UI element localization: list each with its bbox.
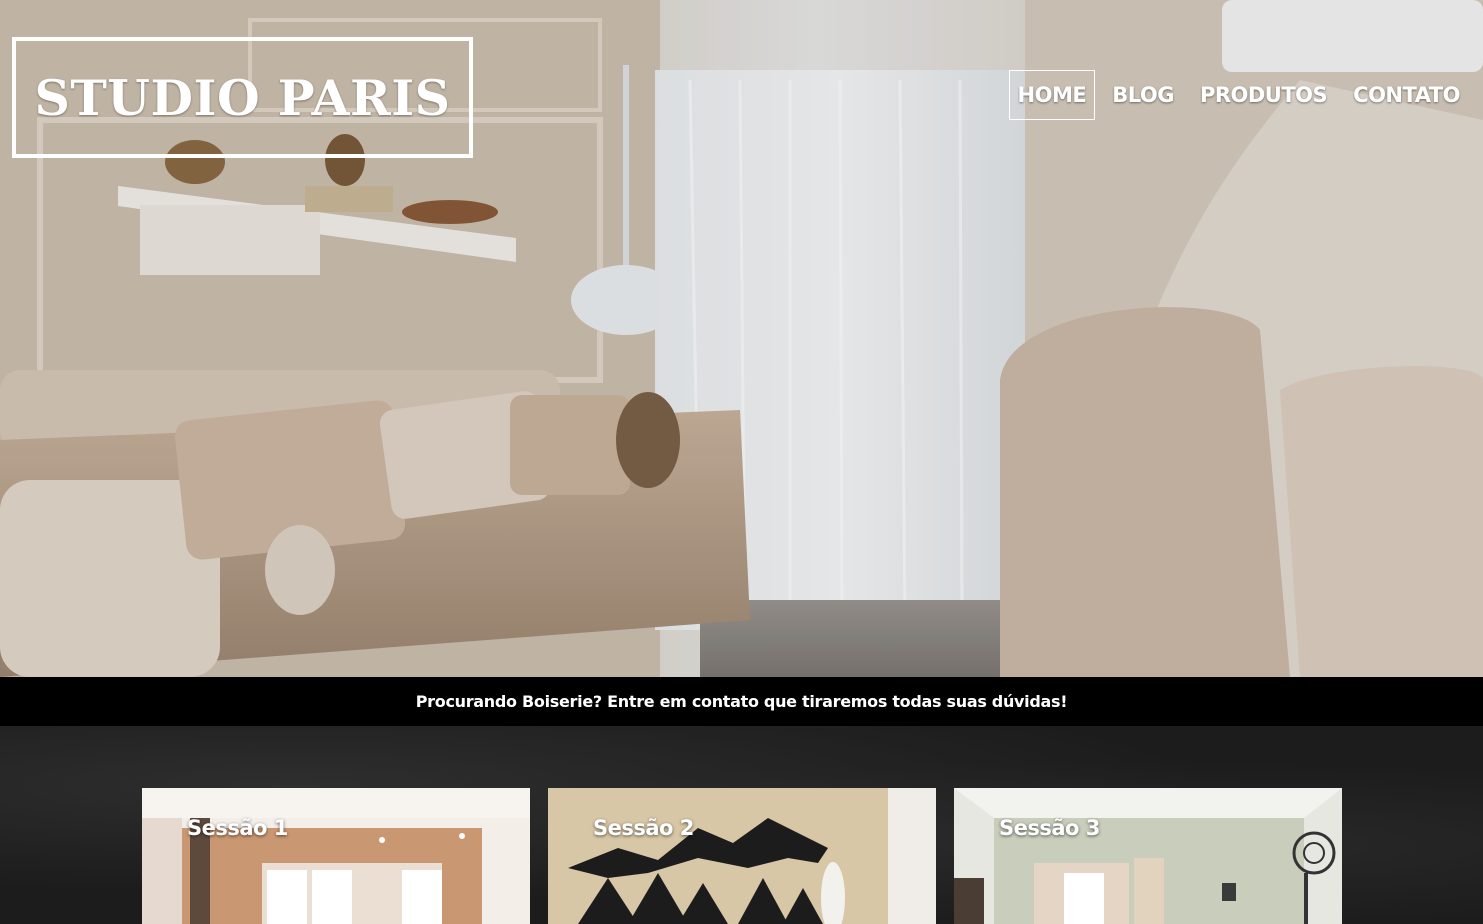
section-card-3[interactable]: Sessão 3	[954, 788, 1342, 924]
section-1-image	[142, 788, 530, 924]
logo[interactable]: STUDIO PARIS	[12, 37, 473, 158]
nav-blog[interactable]: BLOG	[1103, 70, 1183, 120]
sections-area: Sessão 1 Sessão 2 Sessão 3	[0, 726, 1483, 924]
section-3-image	[954, 788, 1342, 924]
section-1-title: Sessão 1	[187, 816, 288, 840]
nav-produtos[interactable]: PRODUTOS	[1191, 70, 1336, 120]
main-nav: HOME BLOG PRODUTOS CONTATO	[1008, 70, 1469, 120]
hero-section: STUDIO PARIS HOME BLOG PRODUTOS CONTATO	[0, 0, 1483, 677]
section-card-2[interactable]: Sessão 2	[548, 788, 936, 924]
nav-home[interactable]: HOME	[1008, 70, 1096, 120]
nav-contato[interactable]: CONTATO	[1344, 70, 1469, 120]
section-2-image	[548, 788, 936, 924]
banner-text: Procurando Boiserie? Entre em contato qu…	[415, 692, 1068, 711]
info-banner: Procurando Boiserie? Entre em contato qu…	[0, 677, 1483, 726]
section-card-1[interactable]: Sessão 1	[142, 788, 530, 924]
logo-text: STUDIO PARIS	[34, 68, 451, 127]
section-3-title: Sessão 3	[999, 816, 1100, 840]
section-2-title: Sessão 2	[593, 816, 694, 840]
